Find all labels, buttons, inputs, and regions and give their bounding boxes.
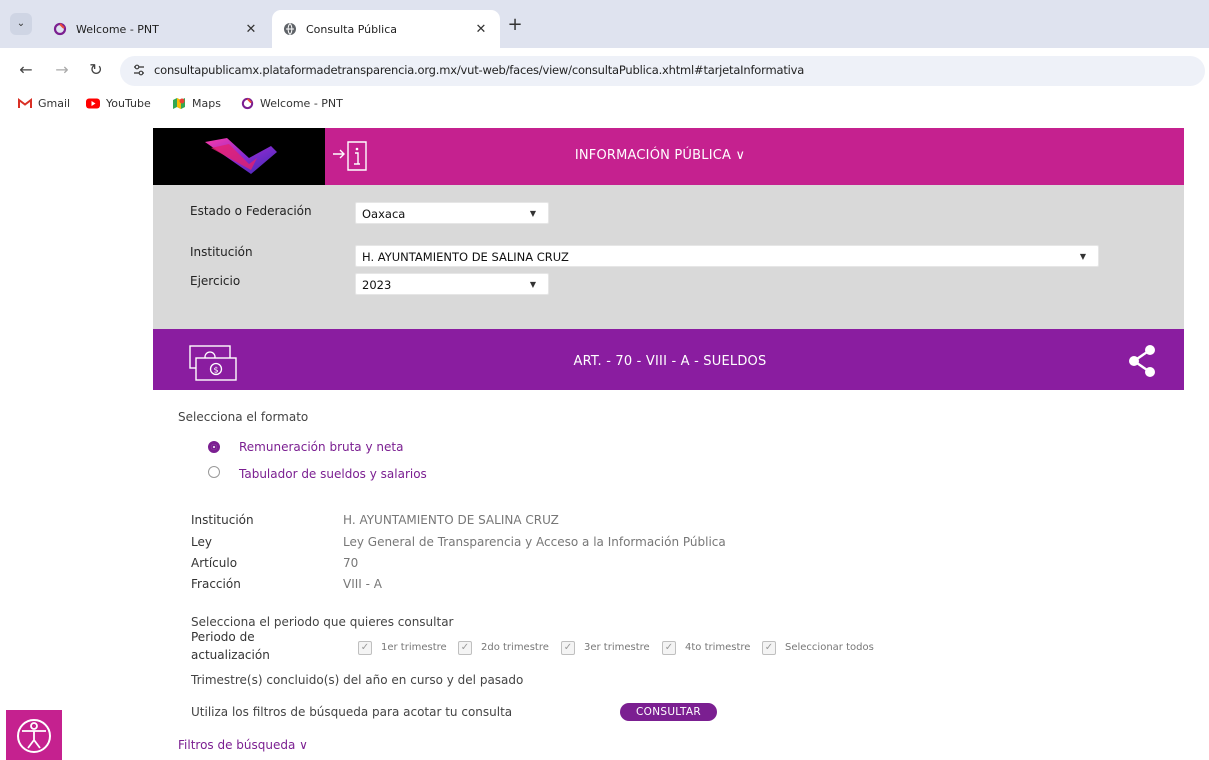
tab-search-chevron-icon[interactable]: ⌄: [10, 13, 32, 35]
estado-select[interactable]: Oaxaca ▼: [355, 202, 549, 224]
period-note: Trimestre(s) concluido(s) del año en cur…: [191, 673, 524, 687]
detail-value: H. AYUNTAMIENTO DE SALINA CRUZ: [343, 513, 559, 527]
forward-arrow-icon[interactable]: →: [52, 60, 72, 79]
filtros-busqueda-link[interactable]: Filtros de búsqueda ∨: [178, 738, 308, 752]
money-bills-icon: $: [188, 344, 238, 382]
section-title: ART. - 70 - VIII - A - SUELDOS: [573, 354, 767, 369]
bookmark-youtube[interactable]: YouTube: [86, 97, 151, 110]
pnt-favicon-icon: [240, 97, 254, 110]
new-tab-button[interactable]: +: [505, 16, 525, 34]
institucion-value: H. AYUNTAMIENTO DE SALINA CRUZ: [362, 250, 569, 264]
estado-value: Oaxaca: [362, 207, 406, 221]
period-label-line2: actualización: [191, 648, 270, 662]
caret-down-icon: ▼: [1079, 252, 1086, 261]
tab-close-icon[interactable]: ✕: [472, 22, 490, 37]
radio-tabulador[interactable]: [208, 466, 220, 478]
tab-consulta-publica[interactable]: Consulta Pública ✕: [272, 10, 500, 48]
bookmark-welcome-pnt[interactable]: Welcome - PNT: [240, 97, 343, 110]
maps-icon: [172, 98, 186, 110]
period-label-line1: Periodo de: [191, 630, 255, 644]
period-prompt: Selecciona el periodo que quieres consul…: [191, 615, 454, 629]
reload-icon[interactable]: ↻: [86, 60, 106, 79]
svg-text:$: $: [213, 366, 218, 375]
globe-favicon-icon: [282, 21, 298, 37]
institucion-select[interactable]: H. AYUNTAMIENTO DE SALINA CRUZ ▼: [355, 245, 1099, 267]
detail-label: Institución: [191, 513, 254, 527]
ejercicio-label: Ejercicio: [190, 274, 241, 288]
tab-welcome-pnt[interactable]: Welcome - PNT ✕: [42, 10, 270, 48]
accessibility-button[interactable]: [6, 710, 62, 760]
bookmark-label: Welcome - PNT: [260, 97, 343, 110]
checkbox-label: 4to trimestre: [685, 642, 751, 653]
url-text[interactable]: consultapublicamx.plataformadetransparen…: [154, 63, 804, 77]
ejercicio-select[interactable]: 2023 ▼: [355, 273, 549, 295]
ejercicio-value: 2023: [362, 278, 392, 292]
bookmark-label: YouTube: [106, 97, 151, 110]
checkbox-1er-trimestre[interactable]: ✓: [358, 641, 372, 655]
checkbox-label: 3er trimestre: [584, 642, 650, 653]
estado-label: Estado o Federación: [190, 204, 312, 218]
back-arrow-icon[interactable]: ←: [16, 60, 36, 79]
checkbox-4to-trimestre[interactable]: ✓: [662, 641, 676, 655]
info-arrow-icon: [332, 140, 368, 172]
radio-remuneracion[interactable]: [208, 441, 220, 453]
checkbox-3er-trimestre[interactable]: ✓: [561, 641, 575, 655]
detail-label: Fracción: [191, 577, 241, 591]
detail-value: Ley General de Transparencia y Acceso a …: [343, 535, 726, 549]
share-icon[interactable]: [1128, 344, 1156, 378]
pnt-logo[interactable]: [153, 128, 325, 185]
bookmark-label: Gmail: [38, 97, 71, 110]
radio-label-tabulador[interactable]: Tabulador de sueldos y salarios: [239, 467, 427, 481]
site-settings-icon[interactable]: [132, 63, 146, 77]
checkbox-label: 2do trimestre: [481, 642, 549, 653]
accessibility-icon: [17, 719, 51, 753]
bookmark-label: Maps: [192, 97, 221, 110]
institucion-label: Institución: [190, 245, 253, 259]
radio-label-remuneracion[interactable]: Remuneración bruta y neta: [239, 440, 403, 454]
bookmark-maps[interactable]: Maps: [172, 97, 221, 110]
tab-close-icon[interactable]: ✕: [242, 22, 260, 37]
search-hint: Utiliza los filtros de búsqueda para aco…: [191, 705, 513, 719]
detail-label: Ley: [191, 535, 212, 549]
checkbox-2do-trimestre[interactable]: ✓: [458, 641, 472, 655]
pnt-favicon-icon: [52, 21, 68, 37]
format-prompt: Selecciona el formato: [178, 410, 309, 424]
detail-label: Artículo: [191, 556, 238, 570]
consultar-button[interactable]: CONSULTAR: [620, 703, 717, 721]
checkbox-seleccionar-todos[interactable]: ✓: [762, 641, 776, 655]
detail-value: 70: [343, 556, 359, 570]
checkbox-label: Seleccionar todos: [785, 642, 874, 653]
caret-down-icon: ▼: [529, 280, 536, 289]
checkbox-label: 1er trimestre: [381, 642, 447, 653]
youtube-icon: [86, 98, 100, 110]
tab-title: Consulta Pública: [306, 22, 397, 36]
tab-title: Welcome - PNT: [76, 22, 159, 36]
detail-value: VIII - A: [343, 577, 382, 591]
bookmark-gmail[interactable]: Gmail: [18, 97, 70, 110]
gmail-icon: [18, 98, 32, 110]
info-publica-dropdown[interactable]: INFORMACIÓN PÚBLICA ∨: [520, 148, 800, 163]
caret-down-icon: ▼: [529, 209, 536, 218]
